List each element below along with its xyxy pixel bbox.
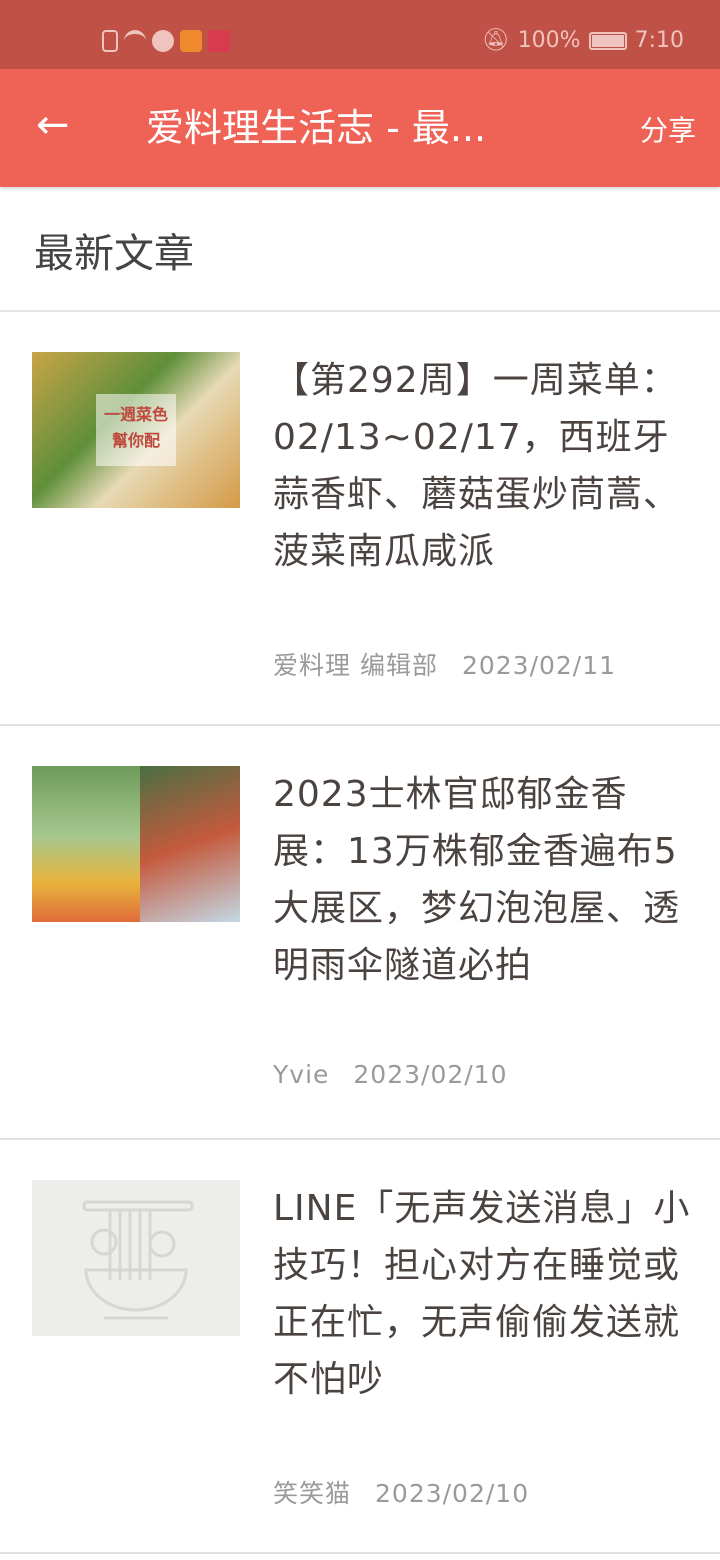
video-app-icon [180, 30, 202, 52]
section-title: 最新文章 [0, 187, 720, 312]
noodle-bowl-placeholder-icon [32, 1180, 240, 1336]
article-meta: 爱料理 编辑部 2023/02/11 [273, 646, 616, 682]
back-arrow-icon[interactable]: ← [36, 105, 70, 145]
article-thumbnail [32, 766, 240, 922]
article-date: 2023/02/10 [375, 1479, 530, 1508]
article-item[interactable]: LINE「无声发送消息」小技巧！担心对方在睡觉或正在忙，无声偷偷发送就不怕吵 笑… [0, 1140, 720, 1554]
article-date: 2023/02/10 [353, 1060, 508, 1089]
battery-percent: 100% [517, 28, 581, 53]
article-item[interactable]: 一週菜色 幫你配 【第292周】一周菜单：02/13~02/17，西班牙蒜香虾、… [0, 312, 720, 726]
article-item[interactable]: 2023士林官邸郁金香展：13万株郁金香遍布5大展区，梦幻泡泡屋、透明雨伞隧道必… [0, 726, 720, 1140]
article-date: 2023/02/11 [461, 651, 617, 680]
article-author: 笑笑猫 [273, 1479, 352, 1508]
status-bar: 🔕︎ 100% 7:10 [0, 0, 720, 69]
wifi-icon [124, 30, 146, 52]
article-title[interactable]: LINE「无声发送消息」小技巧！担心对方在睡觉或正在忙，无声偷偷发送就不怕吵 [273, 1180, 693, 1408]
article-meta: Yvie 2023/02/10 [273, 1060, 508, 1089]
globe-icon [152, 30, 174, 52]
article-title[interactable]: 【第292周】一周菜单：02/13~02/17，西班牙蒜香虾、蘑菇蛋炒茼蒿、菠菜… [273, 352, 693, 580]
article-title[interactable]: 2023士林官邸郁金香展：13万株郁金香遍布5大展区，梦幻泡泡屋、透明雨伞隧道必… [273, 766, 693, 994]
article-meta: 笑笑猫 2023/02/10 [273, 1474, 529, 1510]
thumbnail-caption: 一週菜色 幫你配 [96, 394, 176, 466]
clock: 7:10 [634, 28, 684, 53]
sim-alert-icon [102, 30, 118, 52]
battery-icon [588, 31, 627, 50]
article-author: 爱料理 编辑部 [273, 651, 438, 680]
mute-bell-icon: 🔕︎ [481, 28, 510, 53]
page-title: 爱料理生活志 - 最... [146, 106, 487, 150]
article-thumbnail: 一週菜色 幫你配 [32, 352, 240, 508]
book-app-icon [208, 30, 230, 52]
app-bar: ← 爱料理生活志 - 最... 分享 [0, 69, 720, 187]
article-author: Yvie [273, 1060, 330, 1089]
share-button[interactable]: 分享 [640, 109, 696, 149]
